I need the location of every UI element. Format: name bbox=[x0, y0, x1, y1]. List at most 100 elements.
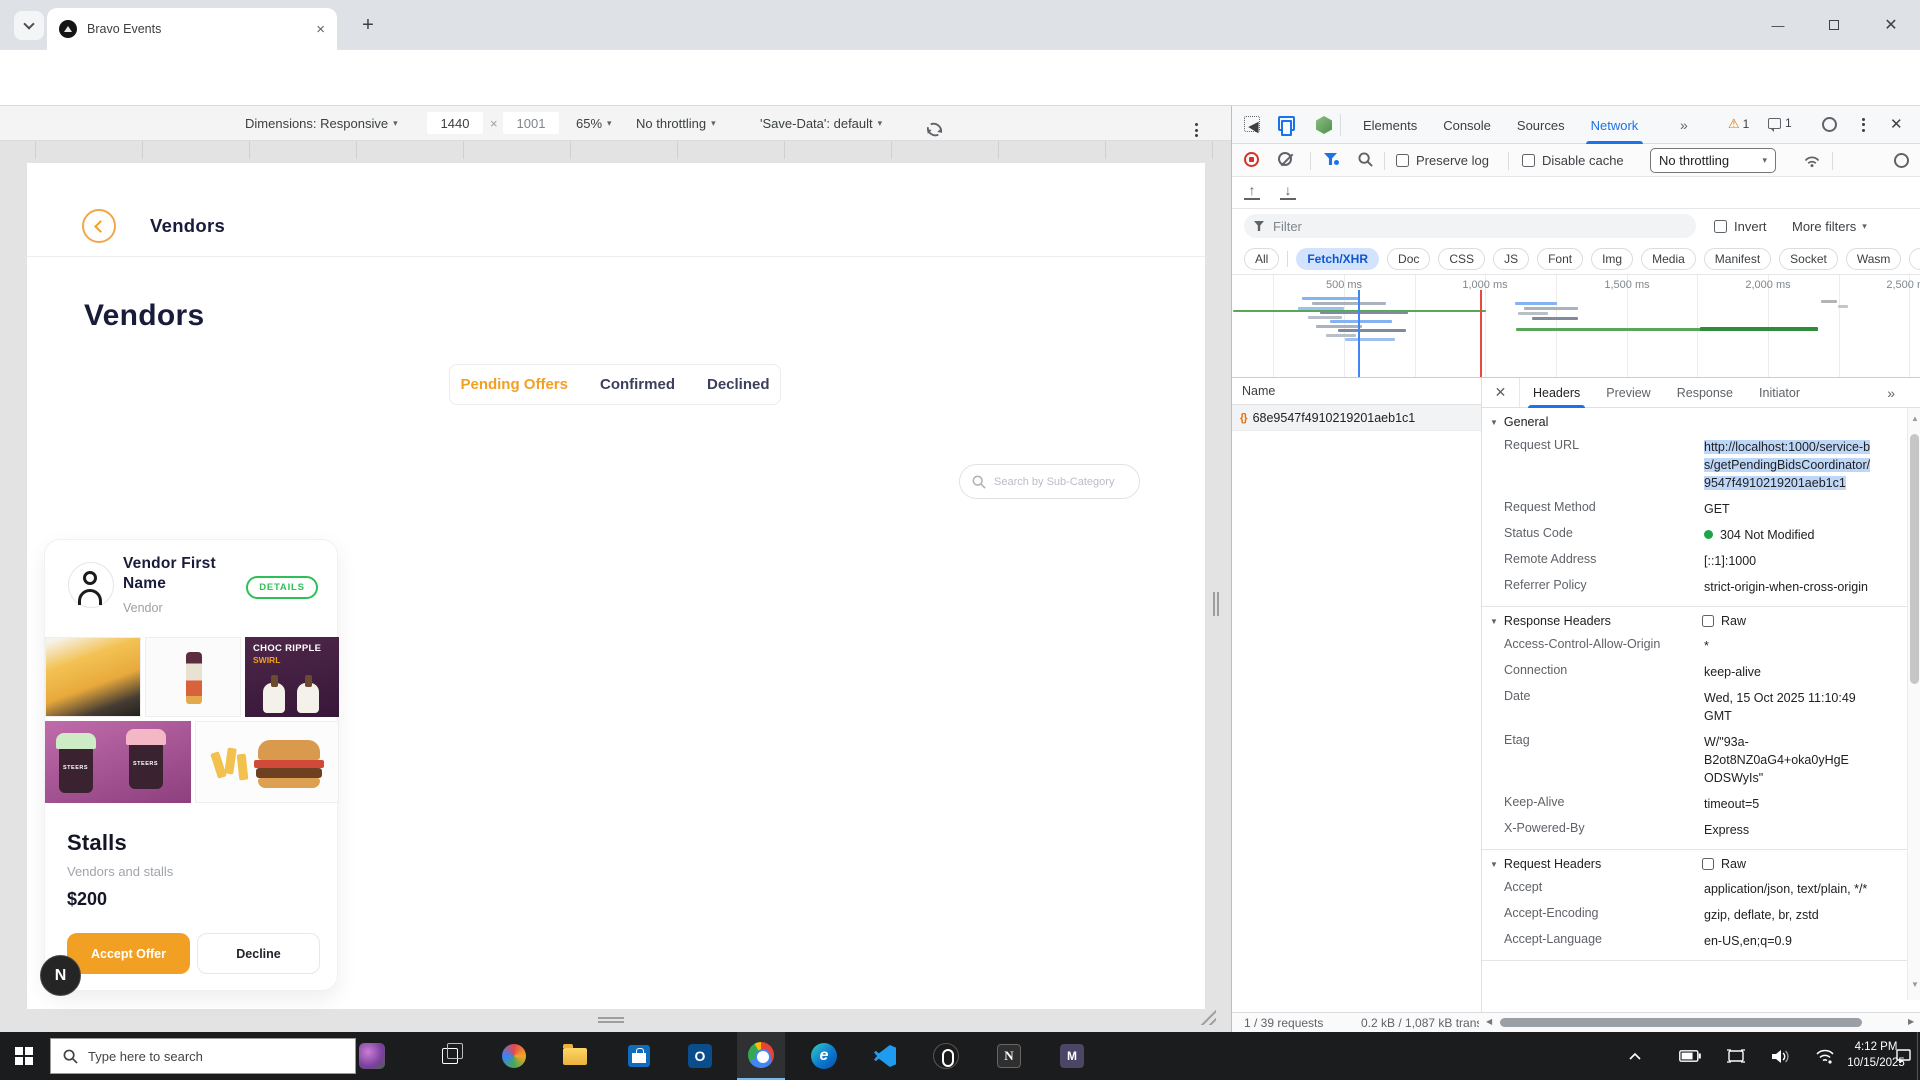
viewport-resize-handle-right[interactable] bbox=[1213, 592, 1219, 616]
filter-chip-fetch-xhr[interactable]: Fetch/XHR bbox=[1296, 248, 1379, 270]
record-network-log-button[interactable] bbox=[1244, 152, 1259, 167]
filter-chip-all[interactable]: All bbox=[1244, 248, 1279, 270]
invert-filter-checkbox[interactable]: Invert bbox=[1714, 219, 1767, 234]
new-tab-button[interactable]: + bbox=[356, 14, 380, 38]
devtools-menu-button[interactable] bbox=[1862, 115, 1865, 137]
throttling-select[interactable]: No throttling▾ bbox=[636, 106, 716, 140]
export-har-icon[interactable]: ↓ bbox=[1280, 182, 1296, 200]
viewport-height-input[interactable]: 1001 bbox=[503, 106, 559, 140]
tab-search-button[interactable] bbox=[14, 11, 44, 40]
horizontal-scrollbar[interactable]: ◀ ▶ bbox=[1484, 1015, 1920, 1029]
volume-tray-icon[interactable] bbox=[1762, 1032, 1800, 1080]
window-close-button[interactable]: ✕ bbox=[1862, 0, 1920, 50]
more-panels-button[interactable]: » bbox=[1680, 117, 1688, 133]
section-title[interactable]: ▼Request Headers bbox=[1490, 857, 1702, 871]
filter-chip-manifest[interactable]: Manifest bbox=[1704, 248, 1771, 270]
more-filters-button[interactable]: More filters▾ bbox=[1792, 219, 1867, 234]
wifi-tray-icon[interactable] bbox=[1806, 1032, 1844, 1080]
media-app-taskbar-button[interactable]: M bbox=[1048, 1032, 1096, 1080]
device-toolbar-toggle-icon[interactable] bbox=[1278, 116, 1295, 131]
hscrollbar-thumb[interactable] bbox=[1500, 1018, 1862, 1027]
request-row[interactable]: {} 68e9547f4910219201aeb1c1 bbox=[1232, 405, 1481, 431]
action-center-button[interactable] bbox=[1890, 1032, 1916, 1080]
console-messages-badge[interactable]: 1 bbox=[1768, 116, 1792, 130]
network-search-icon[interactable] bbox=[1358, 152, 1373, 167]
chrome-taskbar-button[interactable] bbox=[737, 1032, 785, 1080]
outlook-taskbar-button[interactable]: O bbox=[676, 1032, 724, 1080]
details-tab-preview[interactable]: Preview bbox=[1593, 378, 1663, 408]
window-minimize-button[interactable]: — bbox=[1750, 0, 1806, 50]
zoom-select[interactable]: 65%▾ bbox=[576, 106, 612, 140]
window-maximize-button[interactable] bbox=[1806, 0, 1862, 50]
notion-taskbar-button[interactable]: N bbox=[985, 1032, 1033, 1080]
microsoft-store-taskbar-button[interactable] bbox=[615, 1032, 663, 1080]
inspect-element-icon[interactable] bbox=[1244, 116, 1260, 132]
filter-input[interactable]: Filter bbox=[1244, 214, 1696, 238]
scroll-up-icon[interactable]: ▲ bbox=[1908, 414, 1920, 423]
devtools-tab-network[interactable]: Network bbox=[1578, 106, 1652, 144]
disable-cache-checkbox[interactable]: Disable cache bbox=[1522, 153, 1624, 168]
viewport-resize-handle-corner[interactable] bbox=[1200, 1009, 1216, 1025]
tab-close-icon[interactable]: × bbox=[316, 22, 325, 37]
page-back-button[interactable] bbox=[82, 209, 116, 243]
filter-chip-socket[interactable]: Socket bbox=[1779, 248, 1838, 270]
devtools-close-button[interactable]: ✕ bbox=[1890, 115, 1903, 133]
filter-chip-img[interactable]: Img bbox=[1591, 248, 1633, 270]
start-button[interactable] bbox=[0, 1032, 48, 1080]
pinned-app-colorwheel-taskbar-button[interactable] bbox=[490, 1032, 538, 1080]
tab-confirmed[interactable]: Confirmed bbox=[600, 376, 675, 393]
details-button[interactable]: DETAILS bbox=[246, 576, 318, 599]
details-tab-initiator[interactable]: Initiator bbox=[1746, 378, 1813, 408]
save-data-select[interactable]: 'Save-Data': default▾ bbox=[760, 106, 882, 140]
raw-checkbox[interactable]: Raw bbox=[1702, 614, 1899, 628]
clear-network-log-button[interactable] bbox=[1278, 152, 1292, 166]
filter-chip-css[interactable]: CSS bbox=[1438, 248, 1485, 270]
network-throttling-select[interactable]: No throttling▾ bbox=[1650, 148, 1776, 173]
close-details-button[interactable]: ✕ bbox=[1482, 378, 1520, 407]
devtools-settings-icon[interactable] bbox=[1822, 117, 1837, 132]
viewport-width-input[interactable]: 1440 bbox=[427, 106, 483, 140]
tab-declined[interactable]: Declined bbox=[707, 376, 770, 393]
network-timeline-overview[interactable]: 500 ms1,000 ms1,500 ms2,000 ms2,500 ms bbox=[1232, 275, 1920, 378]
issues-warning-badge[interactable]: ⚠1 bbox=[1728, 116, 1749, 132]
preserve-log-checkbox[interactable]: Preserve log bbox=[1396, 153, 1489, 168]
opera-taskbar-button[interactable] bbox=[922, 1032, 970, 1080]
filter-chip-js[interactable]: JS bbox=[1493, 248, 1529, 270]
filter-chip-other[interactable]: Other bbox=[1909, 248, 1920, 270]
more-detail-tabs-button[interactable]: » bbox=[1887, 385, 1895, 401]
network-settings-icon[interactable] bbox=[1894, 153, 1909, 168]
viewport-resize-handle-bottom[interactable] bbox=[598, 1017, 624, 1023]
browser-tab[interactable]: Bravo Events × bbox=[47, 8, 337, 50]
nodejs-icon[interactable] bbox=[1316, 116, 1332, 134]
import-har-icon[interactable]: ↑ bbox=[1244, 182, 1260, 200]
pinned-app-flower-taskbar-button[interactable] bbox=[348, 1032, 396, 1080]
vscode-taskbar-button[interactable] bbox=[861, 1032, 909, 1080]
raw-checkbox[interactable]: Raw bbox=[1702, 857, 1899, 871]
scroll-left-icon[interactable]: ◀ bbox=[1486, 1017, 1492, 1026]
filter-chip-media[interactable]: Media bbox=[1641, 248, 1696, 270]
dimensions-select[interactable]: Dimensions: Responsive▾ bbox=[245, 106, 398, 140]
network-conditions-icon[interactable] bbox=[1804, 153, 1820, 168]
nextjs-dev-badge[interactable]: N bbox=[40, 955, 81, 996]
scroll-right-icon[interactable]: ▶ bbox=[1908, 1017, 1914, 1026]
devtools-tab-elements[interactable]: Elements bbox=[1350, 106, 1430, 144]
details-tab-headers[interactable]: Headers bbox=[1520, 378, 1593, 408]
filter-chip-font[interactable]: Font bbox=[1537, 248, 1583, 270]
vendor-card[interactable]: Vendor First Name DETAILS Vendor CHOC RI… bbox=[44, 539, 338, 991]
devtools-tab-sources[interactable]: Sources bbox=[1504, 106, 1578, 144]
taskbar-search-input[interactable]: Type here to search bbox=[50, 1038, 356, 1074]
subcategory-search-input[interactable]: Search by Sub-Category bbox=[959, 464, 1140, 499]
devtools-tab-console[interactable]: Console bbox=[1430, 106, 1504, 144]
show-desktop-button[interactable] bbox=[1917, 1032, 1918, 1080]
scrollbar-thumb[interactable] bbox=[1910, 434, 1919, 684]
section-title[interactable]: ▼General bbox=[1490, 415, 1702, 429]
accept-offer-button[interactable]: Accept Offer bbox=[67, 933, 190, 974]
cast-tray-icon[interactable] bbox=[1718, 1032, 1754, 1080]
file-explorer-taskbar-button[interactable] bbox=[551, 1032, 599, 1080]
scroll-down-icon[interactable]: ▼ bbox=[1908, 980, 1920, 989]
tray-show-hidden-icons[interactable] bbox=[1620, 1032, 1650, 1080]
task-view-button-taskbar-button[interactable] bbox=[426, 1032, 474, 1080]
battery-tray-icon[interactable] bbox=[1672, 1032, 1708, 1080]
filter-chip-wasm[interactable]: Wasm bbox=[1846, 248, 1902, 270]
vertical-scrollbar[interactable]: ▲ ▼ bbox=[1907, 408, 1920, 1000]
